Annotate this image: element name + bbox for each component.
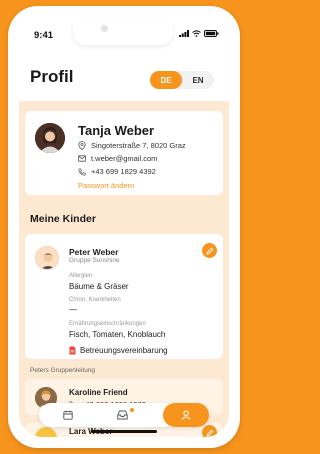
notch [73,21,173,45]
pencil-icon [205,247,213,255]
status-time: 9:41 [34,30,54,41]
leader-name: Karoline Friend [69,388,128,397]
calendar-icon [63,410,73,420]
tab-calendar[interactable] [51,403,85,427]
parent-profile-card: Tanja Weber Singoterstraße 7, 8020 Graz … [25,111,223,195]
status-bar: 9:41 [19,17,229,51]
child-name: Peter Weber [69,247,119,257]
phone-frame: 9:41 Profil DE EN Tanja Weber Singoterst… [8,6,240,448]
notification-dot [130,408,134,412]
language-toggle: DE EN [150,71,214,89]
child-avatar [35,246,59,270]
status-icons [179,30,219,37]
language-en-button[interactable]: EN [182,71,214,89]
allergies-value: Bäume & Gräser [69,282,129,291]
tab-bar [39,403,209,427]
address-text: Singoterstraße 7, 8020 Graz [91,141,186,150]
email-text: t.weber@gmail.com [91,154,158,163]
page-title: Profil [30,67,74,86]
child-card: Peter Weber Gruppe Sunshine Allergien Bä… [25,234,223,359]
app-screen: 9:41 Profil DE EN Tanja Weber Singoterst… [19,17,229,437]
profile-name: Tanja Weber [78,123,155,138]
change-password-link[interactable]: Passwort ändern [78,181,134,190]
location-pin-icon [78,141,86,150]
chronic-value: — [69,305,77,314]
profile-icon [181,410,191,420]
header: Profil DE EN [19,51,229,101]
care-agreement-document[interactable]: Betreuungsvereinbarung [69,346,168,355]
tab-profile[interactable] [163,403,209,427]
phone-text: +43 699 1829 4392 [91,167,156,176]
chronic-label: Chron. Krankheiten [69,297,121,303]
avatar [35,123,65,153]
children-section-title: Meine Kinder [30,213,96,225]
document-label: Betreuungsvereinbarung [80,346,168,355]
pencil-icon [205,429,213,437]
nutrition-value: Fisch, Tomaten, Knoblauch [69,330,166,339]
profile-content[interactable]: Tanja Weber Singoterstraße 7, 8020 Graz … [19,101,229,437]
camera-icon [101,25,108,32]
signal-icon [179,30,189,37]
wifi-icon [192,30,201,37]
pdf-document-icon [69,346,76,355]
allergies-label: Allergien [69,273,93,279]
mail-icon [78,155,86,162]
tab-inbox[interactable] [105,403,139,427]
edit-child-button[interactable] [202,243,217,258]
group-leaders-label: Peters Gruppenleitung [30,367,96,374]
leader-avatar [35,427,57,437]
inbox-icon [116,410,128,420]
phone-icon [78,167,86,176]
email-row[interactable]: t.weber@gmail.com [78,154,157,163]
address-row: Singoterstraße 7, 8020 Graz [78,141,186,150]
language-de-button[interactable]: DE [150,71,182,89]
phone-row[interactable]: +43 699 1829 4392 [78,167,156,176]
battery-icon [204,30,219,37]
home-indicator [91,430,157,433]
nutrition-label: Ernährungseinschränkungen [69,321,146,327]
edit-leader-button[interactable] [202,425,217,437]
child-group: Gruppe Sunshine [69,257,120,264]
